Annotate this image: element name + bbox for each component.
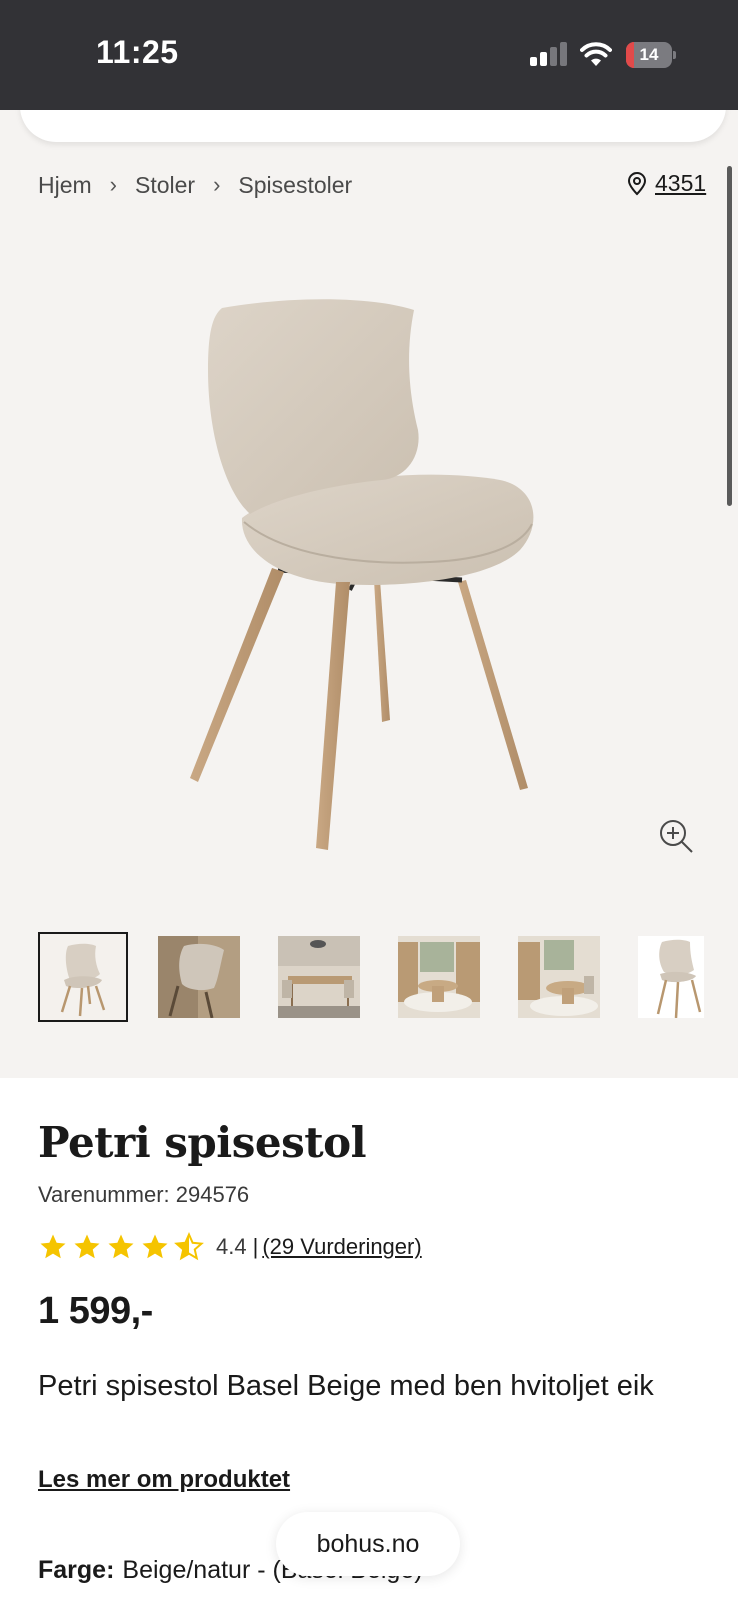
breadcrumb-item-spisestoler[interactable]: Spisestoler (238, 172, 352, 199)
store-selector[interactable]: 4351 (627, 170, 706, 197)
store-code[interactable]: 4351 (655, 170, 706, 197)
product-rating: 4.4 | (29 Vurderinger) (38, 1232, 422, 1262)
product-main-image[interactable] (170, 290, 570, 850)
rating-stars (38, 1232, 204, 1262)
browser-domain-pill[interactable]: bohus.no (276, 1512, 460, 1576)
location-pin-icon (627, 171, 647, 195)
star-full-icon (142, 1234, 168, 1259)
zoom-in-icon[interactable] (658, 818, 694, 854)
product-price: 1 599,- (38, 1290, 153, 1332)
product-gallery: Hjem › Stoler › Spisestoler 4351 (0, 110, 738, 1078)
scrollbar[interactable] (727, 166, 732, 506)
color-label: Farge: (38, 1556, 115, 1584)
read-more-link[interactable]: Les mer om produktet (38, 1466, 290, 1494)
star-full-icon (40, 1234, 66, 1259)
star-full-icon (108, 1234, 134, 1259)
status-bar: 11:25 14 (0, 0, 738, 110)
chevron-right-icon: › (109, 172, 117, 197)
thumbnail-6[interactable] (638, 936, 704, 1018)
thumbnail-5[interactable] (518, 936, 600, 1018)
thumbnail-2[interactable] (158, 936, 240, 1018)
status-time: 11:25 (96, 34, 179, 70)
battery-level: 14 (639, 45, 659, 64)
thumbnail-3[interactable] (278, 936, 360, 1018)
star-half-icon (174, 1232, 204, 1261)
product-description: Petri spisestol Basel Beige med ben hvit… (38, 1370, 654, 1402)
wifi-icon (580, 42, 612, 66)
star-full-icon (74, 1234, 100, 1259)
breadcrumb-item-stoler[interactable]: Stoler (135, 172, 195, 199)
thumbnail-1[interactable] (38, 932, 128, 1022)
reviews-link[interactable]: (29 Vurderinger) (262, 1234, 421, 1260)
thumbnail-4[interactable] (398, 936, 480, 1018)
product-title: Petri spisestol (38, 1118, 367, 1167)
battery-icon: 14 (626, 42, 676, 68)
rating-score: 4.4 (216, 1234, 247, 1259)
cellular-signal-icon (530, 42, 567, 66)
chevron-right-icon: › (213, 172, 221, 197)
breadcrumb: Hjem › Stoler › Spisestoler (38, 170, 352, 200)
breadcrumb-item-hjem[interactable]: Hjem (38, 172, 92, 199)
rating-separator: | (252, 1234, 259, 1259)
product-sku: Varenummer: 294576 (38, 1182, 250, 1207)
thumbnail-strip (38, 932, 704, 1022)
header-card (20, 110, 726, 142)
